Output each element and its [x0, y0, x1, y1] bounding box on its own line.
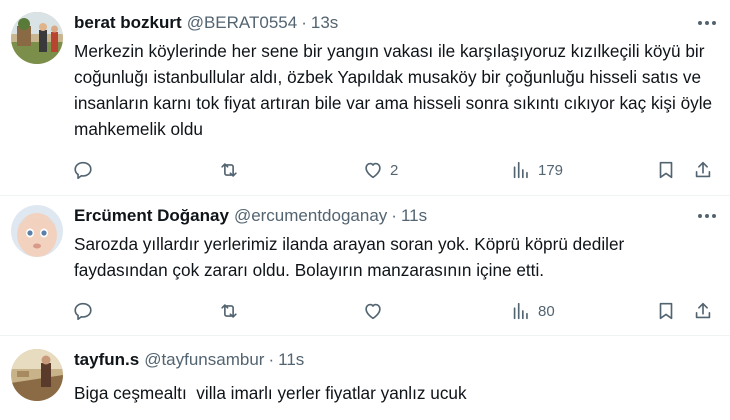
like-button[interactable] [362, 299, 384, 323]
avatar[interactable] [11, 205, 63, 257]
retweet-icon [221, 163, 237, 177]
bookmark-button[interactable] [655, 299, 677, 323]
bookmark-button[interactable] [655, 158, 677, 182]
more-icon[interactable] [696, 12, 718, 34]
share-icon [695, 161, 711, 178]
timestamp[interactable]: 13s [311, 12, 338, 34]
timestamp[interactable]: 11s [278, 349, 304, 371]
share-button[interactable] [692, 299, 714, 323]
view-count: 179 [538, 161, 564, 179]
reply-icon [74, 161, 92, 180]
avatar[interactable] [11, 349, 63, 401]
bookmark-icon [659, 161, 673, 179]
user-handle[interactable]: @ercumentdoganay [234, 205, 387, 227]
tweet-text: Sarozda yıllardır yerlerimiz ilanda aray… [74, 234, 625, 280]
tweet-2[interactable]: Ercüment Doğanay @ercumentdoganay · 11s … [0, 196, 730, 336]
action-bar: 80 [0, 299, 730, 323]
views-button[interactable]: 179 [510, 158, 563, 182]
more-icon[interactable] [696, 205, 718, 227]
tweet-header: Ercüment Doğanay @ercumentdoganay · 11s [74, 205, 427, 227]
tweet-text: Merkezin köylerinde her sene bir yangın … [74, 41, 713, 139]
retweet-button[interactable] [218, 299, 240, 323]
share-button[interactable] [692, 158, 714, 182]
views-icon [513, 302, 528, 320]
separator-dot: · [268, 350, 275, 369]
separator-dot: · [301, 13, 307, 32]
user-handle[interactable]: @BERAT0554 [187, 12, 298, 34]
avatar[interactable] [11, 12, 63, 64]
heart-icon [365, 303, 381, 320]
avatar-image [11, 12, 63, 64]
view-count: 80 [538, 302, 555, 320]
tweet-3[interactable]: tayfun.s @tayfunsambur · 11s Biga ceşmea… [0, 336, 730, 420]
like-count: 2 [390, 161, 399, 179]
reply-icon [74, 302, 92, 321]
reply-button[interactable] [72, 158, 94, 182]
display-name[interactable]: tayfun.s [74, 349, 139, 371]
views-icon [513, 161, 528, 179]
tweet-header: tayfun.s @tayfunsambur · 11s [74, 349, 304, 371]
retweet-icon [221, 304, 237, 318]
separator-dot: · [391, 206, 397, 225]
action-bar: 2 179 [0, 158, 730, 182]
like-button[interactable]: 2 [362, 158, 398, 182]
display-name[interactable]: berat bozkurt [74, 12, 182, 34]
heart-icon [365, 162, 381, 179]
share-icon [695, 302, 711, 319]
tweet-text: Biga ceşmealtı villa imarlı yerler fiyat… [74, 383, 467, 403]
display-name[interactable]: Ercüment Doğanay [74, 205, 229, 227]
views-button[interactable]: 80 [510, 299, 555, 323]
avatar-image [11, 349, 63, 401]
bookmark-icon [659, 302, 673, 320]
retweet-button[interactable] [218, 158, 240, 182]
tweet-header: berat bozkurt @BERAT0554 · 13s [74, 12, 338, 34]
tweet-1[interactable]: berat bozkurt @BERAT0554 · 13s Merkezin … [0, 0, 730, 196]
avatar-image [11, 205, 63, 257]
user-handle[interactable]: @tayfunsambur [144, 349, 264, 371]
reply-button[interactable] [72, 299, 94, 323]
timestamp[interactable]: 11s [401, 205, 427, 227]
